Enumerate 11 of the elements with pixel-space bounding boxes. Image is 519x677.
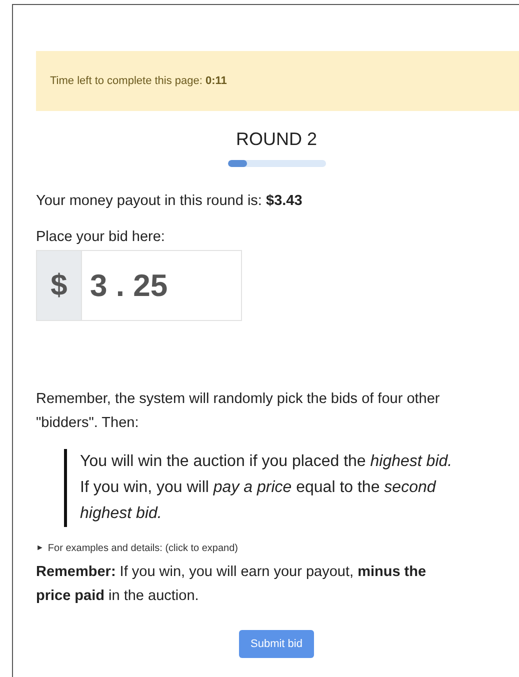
timer-text: Time left to complete this page: 0:11 bbox=[50, 75, 227, 87]
reminder-text: Remember, the system will randomly pick the bids of four other "bidders". Then: bbox=[36, 390, 441, 433]
currency-prefix: $ bbox=[36, 250, 81, 321]
payout-text: Your money payout in this round is: $3.43 bbox=[36, 193, 304, 209]
bid-label: Place your bid here: bbox=[36, 229, 166, 245]
bid-input[interactable]: 3 . 25 bbox=[81, 250, 242, 321]
rules-text: You will win the auction if you placed the highest bid. If you win, you will pay a price equal to the second highest bid. bbox=[80, 453, 452, 522]
expand-marker[interactable]: ► bbox=[36, 543, 44, 554]
payout-note: Remember: If you win, you will earn your payout, minus the price paid in the auction. bbox=[36, 563, 428, 606]
details-summary[interactable]: For examples and details: (click to expand) bbox=[48, 543, 238, 554]
round-title: ROUND 2 bbox=[236, 129, 317, 150]
